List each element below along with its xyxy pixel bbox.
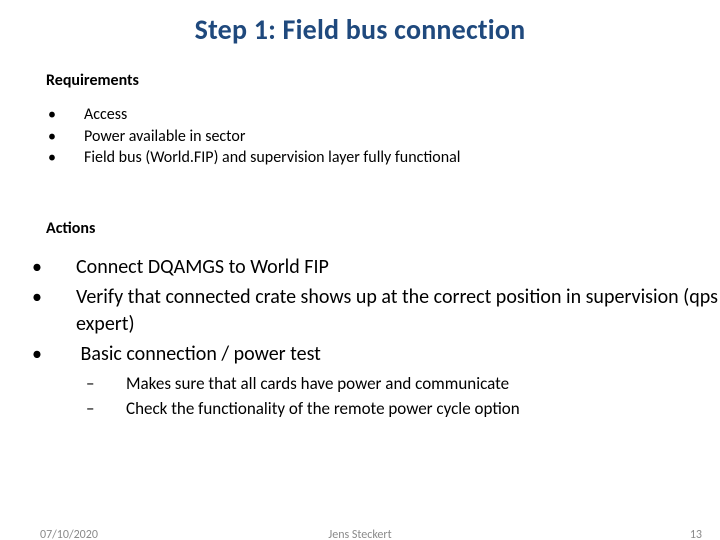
footer-author: Jens Steckert bbox=[0, 528, 720, 540]
list-item: Power available in sector bbox=[84, 126, 720, 148]
requirements-list: Access Power available in sector Field b… bbox=[44, 104, 720, 169]
sub-list: Makes sure that all cards have power and… bbox=[106, 373, 720, 421]
list-item-text: Connect DQAMGS to World FIP bbox=[76, 255, 329, 279]
list-item: Makes sure that all cards have power and… bbox=[126, 373, 720, 396]
list-item: Verify that connected crate shows up at … bbox=[76, 284, 720, 337]
list-item: Basic connection / power test Makes sure… bbox=[76, 341, 720, 421]
list-item-text: Verify that connected crate shows up at … bbox=[76, 285, 718, 335]
list-item: Field bus (World.FIP) and supervision la… bbox=[84, 147, 720, 169]
list-item: Check the functionality of the remote po… bbox=[126, 398, 720, 421]
list-item: Access bbox=[84, 104, 720, 126]
slide-title: Step 1: Field bus connection bbox=[0, 0, 720, 53]
list-item: Connect DQAMGS to World FIP bbox=[76, 254, 720, 280]
actions-heading: Actions bbox=[46, 219, 720, 238]
slide: Step 1: Field bus connection Requirement… bbox=[0, 0, 720, 540]
requirements-heading: Requirements bbox=[46, 71, 720, 90]
footer-page-number: 13 bbox=[690, 528, 702, 540]
actions-list: Connect DQAMGS to World FIP Verify that … bbox=[34, 254, 720, 421]
list-item-text: Basic connection / power test bbox=[81, 342, 321, 366]
